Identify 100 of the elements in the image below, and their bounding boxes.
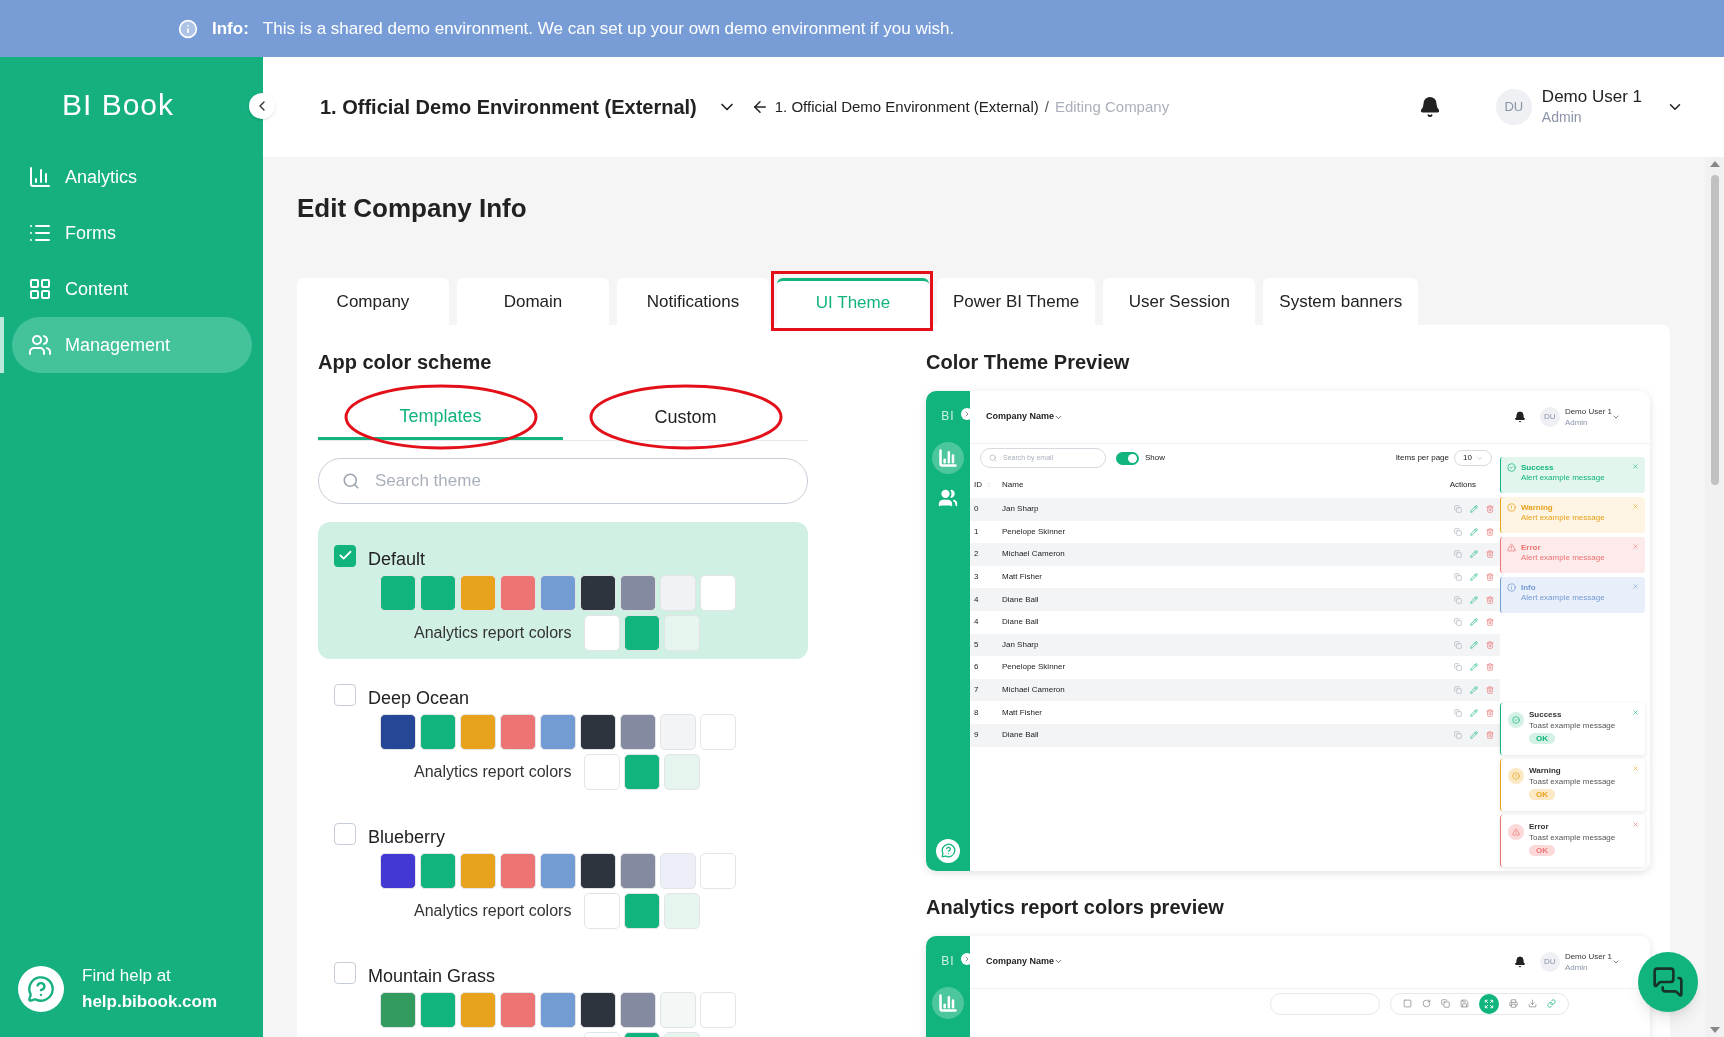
pencil-icon — [1470, 550, 1478, 559]
table-cell-text: Michael Cameron — [1002, 548, 1066, 561]
user-role: Admin — [1564, 961, 1589, 973]
link-icon[interactable] — [1547, 999, 1556, 1009]
grid-icon — [28, 277, 52, 301]
pencil-icon — [1470, 618, 1478, 627]
table-cell-text: Penelope Skinner — [1002, 661, 1067, 674]
report-colors-label: Analytics report colors — [413, 623, 573, 643]
section-title: Analytics report colors preview — [926, 894, 1225, 920]
column-header: Name — [1002, 479, 1025, 491]
alert-message: Alert example message — [1521, 473, 1606, 483]
download-icon[interactable] — [1528, 999, 1537, 1009]
bell-icon[interactable] — [1418, 96, 1441, 118]
save-icon[interactable] — [1460, 999, 1469, 1009]
theme-name: Default — [368, 548, 426, 571]
alert-message: Alert example message — [1521, 513, 1606, 523]
user-name: Demo User 1 — [1564, 406, 1612, 417]
copy-icon — [1454, 505, 1462, 514]
trash-icon — [1486, 573, 1494, 582]
report-colors-label: Analytics report colors — [413, 901, 573, 921]
sort-icon — [986, 482, 992, 488]
subtab[interactable]: Custom — [563, 395, 808, 440]
bell-icon — [1513, 411, 1526, 423]
tab[interactable]: Domain — [457, 278, 609, 325]
pencil-icon — [1470, 573, 1478, 582]
logo: BI Book — [62, 87, 175, 123]
trash-icon — [1486, 595, 1494, 604]
checkbox[interactable] — [334, 961, 356, 984]
report-colors-label: Analytics report colors — [413, 762, 573, 782]
checkbox[interactable] — [334, 683, 356, 706]
breadcrumb-link[interactable]: 1. Official Demo Environment (External) — [774, 95, 1039, 119]
close-icon — [1632, 463, 1639, 470]
search-field[interactable]: Search theme — [318, 458, 808, 504]
theme-option[interactable]: Blueberry Analytics report colors — [318, 800, 808, 937]
user-name: Demo User 1 — [1564, 950, 1612, 962]
scroll-down-icon[interactable] — [1709, 1027, 1720, 1033]
theme-option[interactable]: Default Analytics report colors — [318, 522, 808, 659]
square-icon[interactable] — [1403, 999, 1412, 1009]
tab[interactable]: Notifications — [617, 278, 769, 325]
copy-icon — [1454, 618, 1462, 627]
table-cell-text: 2 — [974, 548, 980, 561]
alert-title: Success — [1521, 463, 1555, 473]
tab[interactable]: System banners — [1263, 278, 1419, 325]
pencil-icon — [1470, 663, 1478, 672]
chevron-down-icon — [1475, 454, 1483, 462]
pencil-icon — [1470, 640, 1478, 649]
analytics-nav-icon — [932, 442, 964, 474]
copy-icon[interactable] — [1441, 999, 1450, 1009]
help-icon — [936, 838, 960, 863]
theme-name: Mountain Grass — [368, 965, 496, 988]
copy-icon — [1454, 686, 1462, 695]
printer-icon[interactable] — [1509, 999, 1518, 1009]
theme-option[interactable]: Deep Ocean Analytics report colors — [318, 661, 808, 798]
table-cell-text: Penelope Skinner — [1002, 525, 1067, 538]
table-cell-text: Diane Ball — [1002, 616, 1040, 629]
trash-icon — [1486, 663, 1494, 672]
company-name: Company Name — [986, 410, 1055, 424]
users-icon — [938, 488, 958, 508]
chat-icon — [1652, 966, 1684, 998]
toast-title: Warning — [1529, 764, 1561, 776]
copy-icon — [1454, 708, 1462, 717]
alert-title: Warning — [1521, 503, 1554, 513]
expand-button[interactable] — [961, 952, 973, 965]
chat-button[interactable] — [1638, 952, 1698, 1012]
info-icon — [1507, 583, 1516, 592]
table-cell-text: 7 — [974, 684, 980, 697]
environment-title: 1. Official Demo Environment (External) — [320, 95, 697, 120]
scrollbar[interactable] — [1705, 157, 1724, 1037]
check-icon — [337, 548, 353, 563]
table-cell-text: Diane Ball — [1002, 729, 1040, 742]
toast-message: Toast example message — [1529, 831, 1616, 843]
tab[interactable]: Company — [297, 278, 449, 325]
scroll-thumb[interactable] — [1710, 175, 1719, 485]
scroll-up-icon[interactable] — [1709, 161, 1720, 167]
breadcrumb-separator: / — [1044, 96, 1049, 117]
collapse-button[interactable] — [249, 93, 275, 119]
tab[interactable]: Power BI Theme — [937, 278, 1096, 325]
tab[interactable]: User Session — [1103, 278, 1256, 325]
trash-icon — [1486, 527, 1494, 536]
theme-option[interactable]: Mountain Grass — [318, 939, 808, 1037]
breadcrumb-current: Editing Company — [1054, 96, 1170, 117]
close-icon — [1632, 543, 1639, 550]
table-cell-text: 4 — [974, 616, 980, 629]
trash-icon — [1486, 708, 1494, 717]
expand-icon[interactable] — [1479, 993, 1499, 1014]
checkbox[interactable] — [334, 822, 356, 845]
table-cell-text: 3 — [974, 571, 980, 584]
table-cell-text: Jan Sharp — [1002, 638, 1040, 651]
expand-button[interactable] — [961, 408, 973, 420]
copy-icon — [1454, 640, 1462, 649]
chevron-down-icon — [1612, 413, 1620, 421]
checkbox[interactable] — [334, 544, 356, 567]
banner-text: This is a shared demo environment. We can set up your own demo environment if you wish. — [262, 17, 955, 40]
refresh-icon[interactable] — [1422, 999, 1431, 1009]
chevron-right-icon — [963, 954, 971, 963]
section-title: App color scheme — [318, 350, 493, 375]
search-icon — [989, 454, 997, 462]
help-text: Find help at — [82, 965, 172, 987]
alert-title: Info — [1521, 583, 1537, 593]
page-title: Edit Company Info — [297, 192, 528, 225]
